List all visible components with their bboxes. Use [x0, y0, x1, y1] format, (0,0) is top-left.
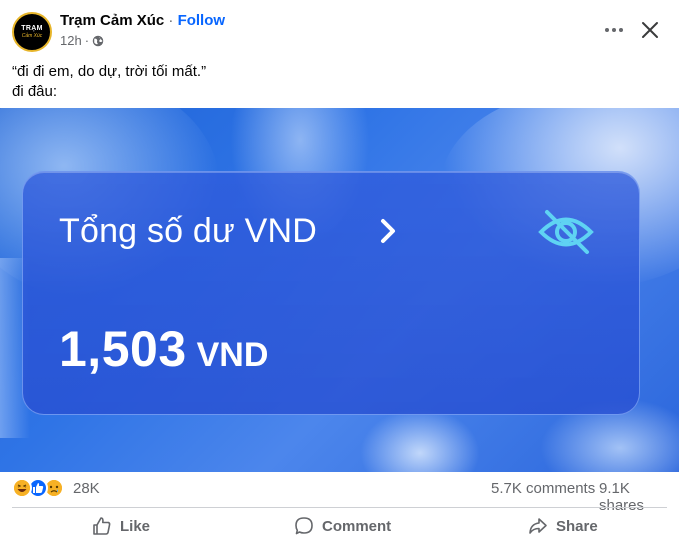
post-header: TRẠM Cảm Xúc Trạm Cảm Xúc · Follow 12h · — [0, 0, 679, 60]
close-icon[interactable] — [638, 18, 662, 42]
post-stats: 28K 5.7K comments 9.1K shares — [0, 472, 679, 514]
globe-icon[interactable] — [92, 35, 104, 47]
avatar-logo-subtext: Cảm Xúc — [21, 33, 43, 39]
thumbs-up-icon — [93, 517, 111, 535]
like-label: Like — [120, 517, 151, 535]
post-meta: 12h · — [60, 33, 104, 48]
share-arrow-icon — [529, 518, 547, 534]
avatar-logo-text: TRẠM — [21, 25, 43, 32]
reaction-icons[interactable] — [12, 478, 64, 498]
more-options-button[interactable] — [602, 20, 626, 40]
chevron-right-icon — [381, 219, 395, 243]
more-dot-icon — [605, 28, 609, 32]
haha-reaction-icon — [12, 478, 32, 498]
balance-amount: 1,503 VND — [59, 320, 268, 378]
post-caption: “đi đi em, do dự, trời tối mất.” đi đâu: — [12, 62, 206, 102]
meta-separator: · — [84, 33, 90, 48]
post-actions: Like Comment Share — [0, 508, 679, 544]
caption-line: “đi đi em, do dự, trời tối mất.” — [12, 63, 207, 80]
eye-hidden-icon — [538, 210, 594, 254]
share-button[interactable]: Share — [528, 510, 598, 542]
share-label: Share — [556, 517, 598, 535]
balance-card: Tổng số dư VND 1,503 VND — [22, 171, 640, 415]
comment-label: Comment — [322, 517, 392, 535]
comments-count[interactable]: 5.7K comments — [491, 480, 595, 497]
name-row: Trạm Cảm Xúc · Follow — [60, 12, 225, 30]
facebook-post: TRẠM Cảm Xúc Trạm Cảm Xúc · Follow 12h ·… — [0, 0, 679, 544]
page-name-link[interactable]: Trạm Cảm Xúc — [60, 12, 164, 29]
comment-bubble-icon — [295, 517, 313, 535]
reaction-count[interactable]: 28K — [73, 480, 100, 497]
more-dot-icon — [612, 28, 616, 32]
caption-line: đi đâu: — [12, 83, 58, 100]
follow-button[interactable]: Follow — [178, 12, 226, 29]
post-image[interactable]: Tổng số dư VND 1,503 VND — [0, 108, 679, 472]
more-dot-icon — [619, 28, 623, 32]
balance-value: 1,503 — [59, 321, 187, 377]
background-glow — [360, 408, 480, 472]
name-separator: · — [168, 12, 174, 29]
balance-title: Tổng số dư VND — [59, 212, 317, 250]
post-timestamp[interactable]: 12h — [60, 33, 82, 48]
page-avatar[interactable]: TRẠM Cảm Xúc — [12, 12, 52, 52]
balance-currency: VND — [196, 336, 269, 374]
like-button[interactable]: Like — [92, 510, 150, 542]
comment-button[interactable]: Comment — [294, 510, 391, 542]
